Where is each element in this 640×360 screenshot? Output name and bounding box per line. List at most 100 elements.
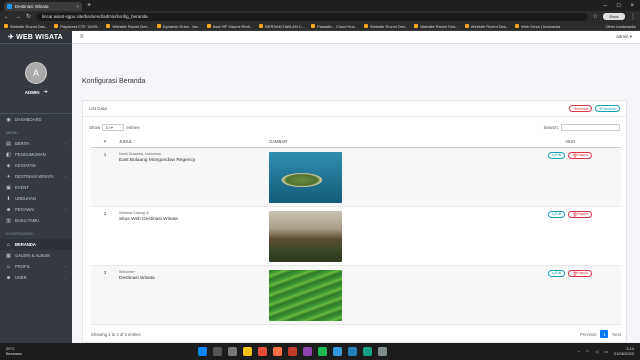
entries-label: entries: [126, 124, 140, 130]
firefox-icon[interactable]: [273, 347, 282, 356]
user-dropdown[interactable]: admin ▾: [616, 34, 632, 40]
other-bookmarks[interactable]: Other bookmarks: [605, 24, 636, 29]
entries-select[interactable]: 10 ▾: [102, 123, 125, 131]
row-title: Situs Web Destinasi Wisata: [119, 216, 178, 222]
search-icon[interactable]: [213, 347, 222, 356]
browser-tab-bar: Destinasi Wisata × + – □ ×: [0, 0, 640, 11]
tray-chevron-icon[interactable]: ^: [578, 349, 580, 354]
taskview-icon[interactable]: [228, 347, 237, 356]
bookmark-item[interactable]: Website Rozmi Des...: [464, 24, 509, 29]
sidebar-item-beranda[interactable]: ⌂ BERANDA: [0, 239, 72, 250]
page-button-1[interactable]: 1: [600, 330, 609, 338]
bookmark-item[interactable]: Dynamic Drive - fav...: [156, 24, 201, 29]
bookmark-label: Asal HP Xiaomi Redi...: [212, 23, 254, 29]
system-tray: ^ ◠ ◁ ▭ 2:14 21/06/2022: [578, 346, 634, 357]
next-page-button[interactable]: Next: [612, 330, 621, 338]
weather-widget[interactable]: 29°C Berawan: [6, 346, 22, 357]
start-icon[interactable]: [198, 347, 207, 356]
back-icon[interactable]: ←: [4, 14, 10, 20]
chevron-icon: ‹: [64, 275, 66, 280]
edit-button[interactable]: ✎ Edit: [547, 151, 566, 159]
delete-button[interactable]: 🗑 Hapus: [568, 210, 593, 218]
sidebar-item-pegawai[interactable]: ☻ PEGAWAI ‹: [0, 204, 72, 215]
delete-button-label: Hapus: [577, 153, 589, 157]
add-button[interactable]: ⊕ Tambah: [595, 105, 620, 112]
bookmark-item[interactable]: Web Desa | Indonesia: [515, 24, 560, 29]
bookmark-item[interactable]: Website Rozmi Des...: [414, 23, 459, 29]
col-header-gambar[interactable]: GAMBAR: [269, 137, 519, 148]
browser-menu-icon[interactable]: ⋮: [630, 13, 636, 20]
logout-icon[interactable]: ⇥: [43, 89, 47, 95]
bookmark-item[interactable]: Asal HP Xiaomi Redi...: [206, 23, 254, 29]
bookmark-item[interactable]: Paywrest CTE 19/09...: [54, 24, 100, 29]
col-header-no[interactable]: #: [91, 137, 119, 148]
reload-icon[interactable]: ↻: [26, 13, 31, 20]
sidebar-item-kegiatan[interactable]: ◈ KEGIATAN: [0, 160, 72, 171]
hamburger-icon[interactable]: ≡: [80, 34, 84, 40]
star-icon[interactable]: ☆: [593, 13, 598, 20]
bookmark-item[interactable]: Website Rozmi Des...: [4, 24, 48, 29]
profile-button[interactable]: Eecs: [603, 13, 625, 20]
col-header-judul[interactable]: JUDUL: [119, 137, 269, 148]
sidebar-item-profil[interactable]: ☺ PROFIL ‹: [0, 261, 72, 272]
sidebar-item-pengumuman[interactable]: ◧ PENGUMUMAN: [0, 149, 72, 160]
avatar[interactable]: A: [25, 62, 47, 84]
bookmark-icon: [54, 24, 59, 28]
maximize-icon[interactable]: □: [617, 3, 621, 9]
sidebar-item-user[interactable]: ☻ USER ‹: [0, 272, 72, 283]
row-number: 2: [91, 206, 119, 266]
media-icon[interactable]: [288, 347, 297, 356]
sidebar-item-label: EVENT: [15, 185, 29, 190]
delete-button[interactable]: 🗑 Hapus: [568, 151, 593, 159]
sidebar-item-destinasi-wisata[interactable]: ✈ DESTINASI WISATA ‹: [0, 171, 72, 182]
prev-page-button[interactable]: Previous: [580, 330, 596, 338]
file-explorer-icon[interactable]: [243, 347, 252, 356]
bookmark-item[interactable]: Pakadlin - Cloud Hos...: [311, 24, 358, 29]
url-field[interactable]: lincar.wisat-sgpu.site/backend/admin/kon…: [36, 12, 588, 21]
edit-button[interactable]: ✎ Edit: [547, 269, 566, 277]
volume-icon[interactable]: ◁: [595, 349, 598, 354]
bookmark-item[interactable]: Website Rozmi Des...: [106, 24, 151, 29]
search-input[interactable]: [561, 123, 620, 131]
office-icon[interactable]: [258, 347, 267, 356]
brand-logo[interactable]: ✈ WEB WISATA: [0, 31, 72, 44]
sidebar-item-label: BERANDA: [15, 242, 36, 247]
sidebar-item-buku-tamu[interactable]: ▥ BUKU TAMU: [0, 215, 72, 226]
vscode-icon[interactable]: [348, 347, 357, 356]
spotify-icon[interactable]: [318, 347, 327, 356]
destination-icon: ✈: [6, 173, 11, 180]
chrome-icon[interactable]: [333, 347, 342, 356]
edit-button-label: Edit: [554, 271, 562, 275]
browser-tab[interactable]: Destinasi Wisata ×: [4, 2, 82, 11]
delete-button[interactable]: 🗑 Hapus: [568, 269, 593, 277]
edit-button[interactable]: ✎ Edit: [547, 210, 566, 218]
battery-icon[interactable]: ▭: [604, 349, 608, 354]
back-button[interactable]: ‹ Kembali: [569, 105, 593, 112]
close-window-icon[interactable]: ×: [630, 3, 634, 9]
chevron-icon: ‹: [64, 174, 66, 179]
clock[interactable]: 2:14 21/06/2022: [614, 346, 634, 357]
sidebar-item-berita[interactable]: ▤ BERITA ‹: [0, 138, 72, 149]
wifi-icon[interactable]: ◠: [586, 349, 590, 354]
bookmark-icon: [515, 24, 520, 28]
sidebar-item-dashboard[interactable]: ◉ DASHBOARD: [0, 114, 72, 125]
bookmark-icon: [106, 24, 111, 28]
bookmark-item[interactable]: BERSAKITABLAN C...: [259, 24, 305, 29]
bookmark-item[interactable]: Website Rozmi Des...: [363, 24, 408, 29]
new-tab-button[interactable]: +: [87, 2, 91, 9]
sidebar-item-unduhan[interactable]: ⬇ UNDUHAN: [0, 193, 72, 204]
forward-icon[interactable]: →: [15, 14, 21, 20]
app-icon[interactable]: [303, 347, 312, 356]
terminal-icon[interactable]: [363, 347, 372, 356]
window-controls: – □ ×: [604, 3, 640, 9]
user-name: ADMIN: [24, 89, 40, 95]
tab-close-icon[interactable]: ×: [76, 4, 79, 9]
sidebar-item-event[interactable]: ▣ EVENT: [0, 182, 72, 193]
settings-icon[interactable]: [378, 347, 387, 356]
bookmark-label: Website Rozmi Des...: [420, 23, 459, 29]
brand-name: WEB WISATA: [16, 33, 63, 41]
sidebar-item-galeri-album[interactable]: ▦ GALERI & ALBUM: [0, 250, 72, 261]
col-header-aksi[interactable]: AKSI: [519, 137, 621, 148]
search-label: Search:: [543, 124, 559, 130]
minimize-icon[interactable]: –: [604, 3, 607, 9]
